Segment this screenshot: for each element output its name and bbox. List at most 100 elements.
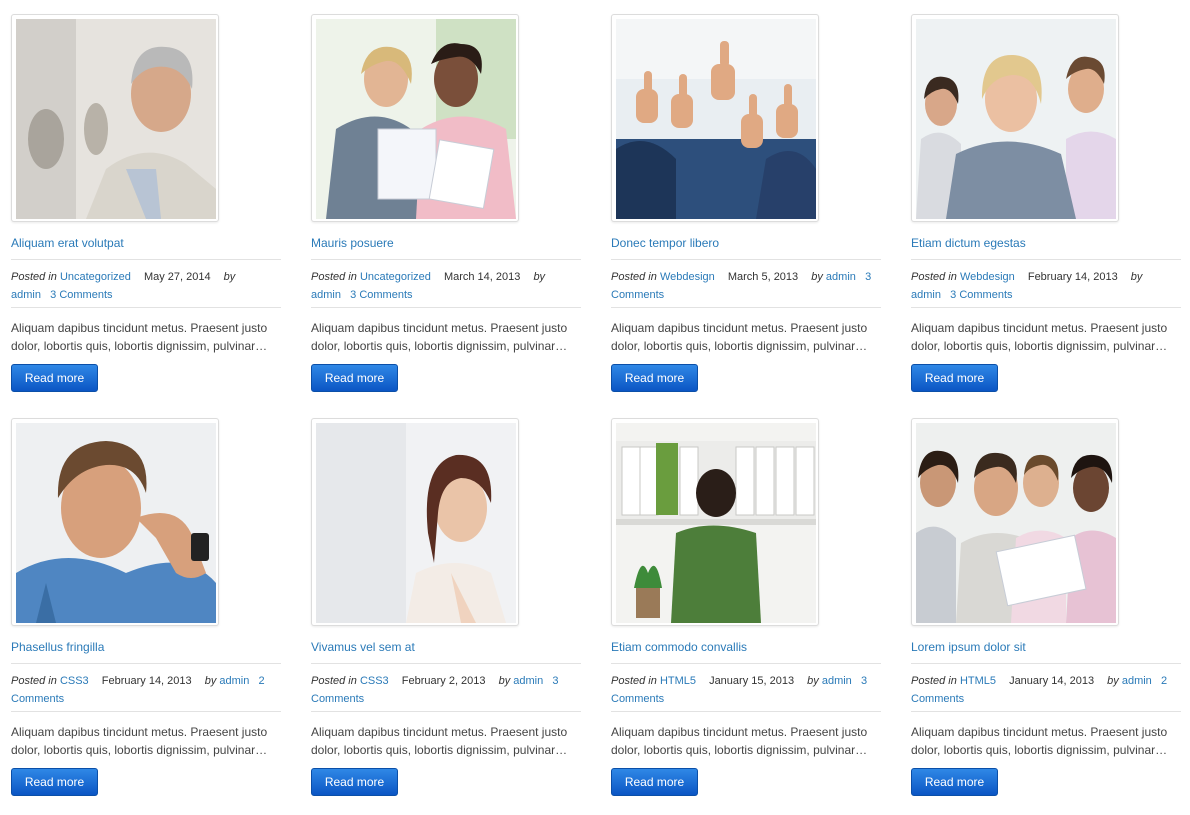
post-date: March 14, 2013 (443, 271, 521, 283)
post-title-link[interactable]: Vivamus vel sem at (311, 640, 415, 654)
post-thumbnail[interactable] (911, 14, 1119, 222)
divider (11, 259, 281, 260)
post-thumbnail[interactable] (311, 14, 519, 222)
two-women-documents-image (316, 19, 516, 219)
post-thumbnail[interactable] (611, 14, 819, 222)
read-more-button[interactable]: Read more (911, 768, 998, 796)
posted-in-label: Posted in (11, 675, 57, 687)
by-label: by (204, 675, 217, 687)
post-date: January 15, 2013 (709, 675, 795, 687)
post-grid: Aliquam erat volutpat Posted in Uncatego… (0, 0, 1190, 815)
read-more-button[interactable]: Read more (611, 768, 698, 796)
post-thumbnail[interactable] (311, 418, 519, 626)
post-date: February 2, 2013 (401, 675, 486, 687)
posted-in-label: Posted in (311, 675, 357, 687)
category-link[interactable]: Uncategorized (60, 271, 131, 283)
by-label: by (1130, 271, 1143, 283)
thumbs-up-team-image (616, 19, 816, 219)
divider (11, 307, 281, 308)
read-more-button[interactable]: Read more (11, 364, 98, 392)
woman-smiling-image (316, 423, 516, 623)
category-link[interactable]: Uncategorized (360, 271, 431, 283)
post-excerpt: Aliquam dapibus tincidunt metus. Praesen… (11, 725, 268, 757)
read-more-button[interactable]: Read more (611, 364, 698, 392)
author-link[interactable]: admin (513, 675, 543, 687)
post-title-link[interactable]: Donec tempor libero (611, 236, 719, 250)
post-title-link[interactable]: Lorem ipsum dolor sit (911, 640, 1026, 654)
post-meta: Posted in CSS3 February 14, 2013 by admi… (11, 672, 281, 708)
post-title-link[interactable]: Etiam commodo convallis (611, 640, 747, 654)
post-date: February 14, 2013 (1027, 271, 1118, 283)
divider (611, 663, 881, 664)
post-excerpt: Aliquam dapibus tincidunt metus. Praesen… (311, 321, 568, 353)
posted-in-label: Posted in (911, 675, 957, 687)
post-excerpt: Aliquam dapibus tincidunt metus. Praesen… (911, 321, 1168, 353)
read-more-button[interactable]: Read more (311, 364, 398, 392)
post-meta: Posted in Webdesign March 5, 2013 by adm… (611, 268, 881, 304)
comments-link[interactable]: 3 Comments (350, 289, 412, 301)
man-thinking-image (16, 423, 216, 623)
divider (611, 711, 881, 712)
comments-link[interactable]: 3 Comments (50, 289, 112, 301)
three-colleagues-image (916, 19, 1116, 219)
author-link[interactable]: admin (11, 289, 41, 301)
post-excerpt: Aliquam dapibus tincidunt metus. Praesen… (311, 725, 568, 757)
author-link[interactable]: admin (311, 289, 341, 301)
post-meta: Posted in CSS3 February 2, 2013 by admin… (311, 672, 581, 708)
post-excerpt: Aliquam dapibus tincidunt metus. Praesen… (911, 725, 1168, 757)
divider (311, 711, 581, 712)
divider (311, 259, 581, 260)
post-meta: Posted in HTML5 January 15, 2013 by admi… (611, 672, 881, 708)
post-date: May 27, 2014 (143, 271, 211, 283)
category-link[interactable]: CSS3 (60, 675, 89, 687)
author-link[interactable]: admin (219, 675, 249, 687)
divider (611, 259, 881, 260)
post-title-link[interactable]: Phasellus fringilla (11, 640, 104, 654)
category-link[interactable]: HTML5 (960, 675, 996, 687)
post-date: February 14, 2013 (101, 675, 192, 687)
category-link[interactable]: HTML5 (660, 675, 696, 687)
post-excerpt: Aliquam dapibus tincidunt metus. Praesen… (611, 725, 868, 757)
posted-in-label: Posted in (311, 271, 357, 283)
divider (11, 663, 281, 664)
divider (911, 663, 1181, 664)
read-more-button[interactable]: Read more (311, 768, 398, 796)
category-link[interactable]: Webdesign (960, 271, 1015, 283)
post-title-link[interactable]: Mauris posuere (311, 236, 394, 250)
post-thumbnail[interactable] (11, 418, 219, 626)
post-thumbnail[interactable] (11, 14, 219, 222)
post-date: March 5, 2013 (727, 271, 799, 283)
posted-in-label: Posted in (911, 271, 957, 283)
divider (611, 307, 881, 308)
author-link[interactable]: admin (826, 271, 856, 283)
post-date: January 14, 2013 (1009, 675, 1095, 687)
woman-at-shelf-image (616, 423, 816, 623)
divider (911, 307, 1181, 308)
post-meta: Posted in HTML5 January 14, 2013 by admi… (911, 672, 1181, 708)
posted-in-label: Posted in (611, 675, 657, 687)
post-excerpt: Aliquam dapibus tincidunt metus. Praesen… (611, 321, 868, 353)
comments-link[interactable]: 3 Comments (950, 289, 1012, 301)
post-meta: Posted in Uncategorized May 27, 2014 by … (11, 268, 281, 304)
by-label: by (1107, 675, 1119, 687)
author-link[interactable]: admin (822, 675, 852, 687)
author-link[interactable]: admin (1122, 675, 1152, 687)
read-more-button[interactable]: Read more (911, 364, 998, 392)
businessman-portrait-image (16, 19, 216, 219)
divider (911, 711, 1181, 712)
group-meeting-image (916, 423, 1116, 623)
posted-in-label: Posted in (611, 271, 657, 283)
category-link[interactable]: CSS3 (360, 675, 389, 687)
post-title-link[interactable]: Etiam dictum egestas (911, 236, 1026, 250)
post-excerpt: Aliquam dapibus tincidunt metus. Praesen… (11, 321, 268, 353)
by-label: by (223, 271, 236, 283)
category-link[interactable]: Webdesign (660, 271, 715, 283)
author-link[interactable]: admin (911, 289, 941, 301)
by-label: by (807, 675, 819, 687)
by-label: by (811, 271, 823, 283)
post-thumbnail[interactable] (911, 418, 1119, 626)
post-title-link[interactable]: Aliquam erat volutpat (11, 236, 124, 250)
read-more-button[interactable]: Read more (11, 768, 98, 796)
post-meta: Posted in Uncategorized March 14, 2013 b… (311, 268, 581, 304)
post-thumbnail[interactable] (611, 418, 819, 626)
